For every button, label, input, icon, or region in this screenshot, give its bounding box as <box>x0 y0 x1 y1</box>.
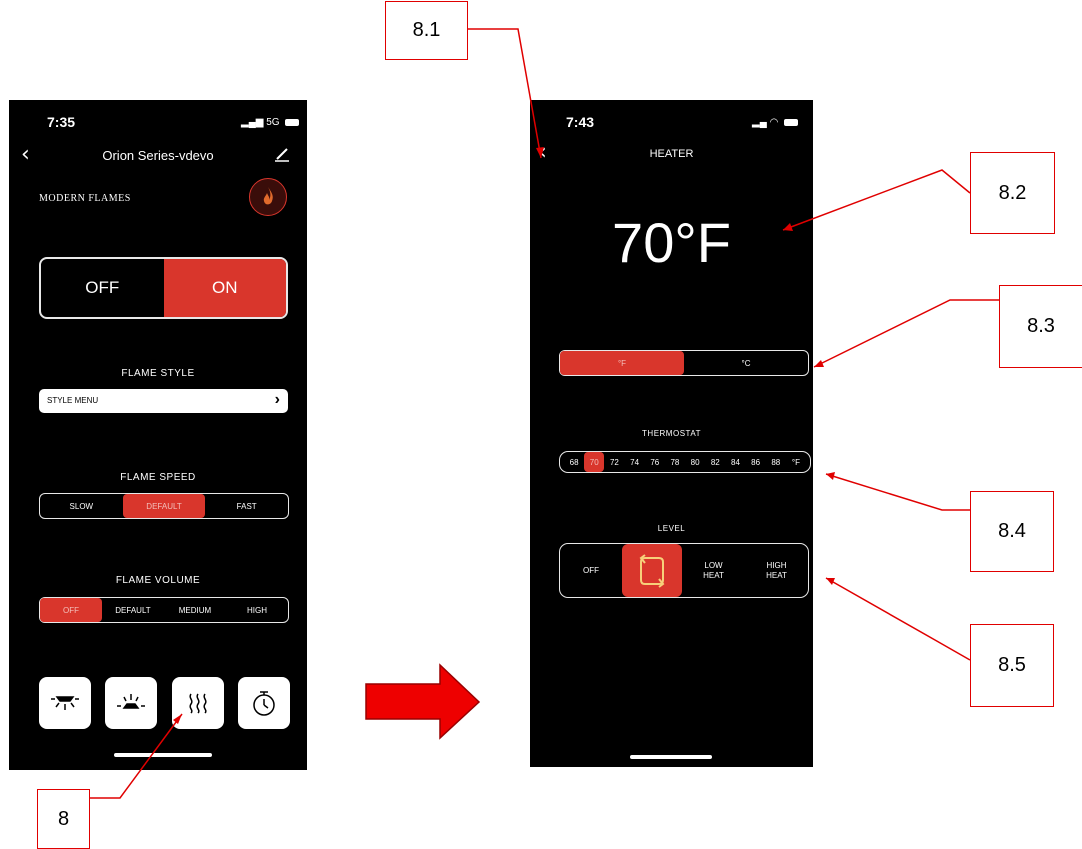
annotation-overlay <box>89 28 999 799</box>
callout-8-4: 8.4 <box>970 491 1054 572</box>
callout-8-3: 8.3 <box>999 285 1082 368</box>
callout-leader-lines <box>89 28 999 799</box>
callout-8: 8 <box>37 789 90 849</box>
callout-8-2: 8.2 <box>970 152 1055 234</box>
transition-arrow-icon <box>365 663 481 740</box>
callout-8-5: 8.5 <box>970 624 1054 707</box>
callout-8-1: 8.1 <box>385 1 468 60</box>
